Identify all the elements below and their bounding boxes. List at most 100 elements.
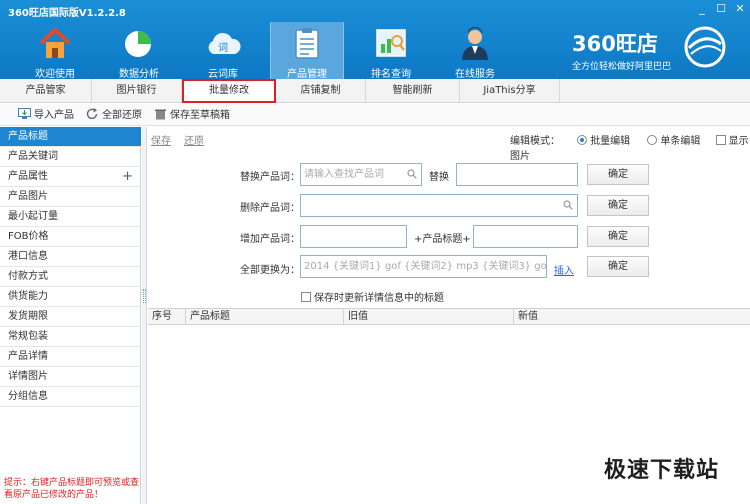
search-icon xyxy=(407,169,417,179)
nav-welcome[interactable]: 欢迎使用 xyxy=(18,22,92,80)
tab-product-manager[interactable]: 产品管家 xyxy=(0,79,92,103)
replace-word-label: 替换产品词： xyxy=(240,172,300,183)
column-header-index[interactable]: 序号 xyxy=(148,309,186,325)
tab-batch-edit[interactable]: 批量修改 xyxy=(182,79,276,103)
minimize-button[interactable]: _ xyxy=(694,2,710,16)
import-products-button[interactable]: 导入产品 xyxy=(18,108,74,122)
sidebar-item-payment[interactable]: 付款方式 xyxy=(0,267,141,287)
sidebar-item-label: 产品属性 xyxy=(8,171,48,182)
save-to-draft-button[interactable]: 保存至草稿箱 xyxy=(154,108,230,122)
main-panel: 保存 还原 编辑模式： 批量编辑 单条编辑 显示图片 替换产品词： 请输入查找产… xyxy=(148,127,750,504)
radio-single-edit[interactable]: 单条编辑 xyxy=(647,135,701,147)
replace-all-label: 全部更换为： xyxy=(240,265,300,276)
replace-with-input[interactable] xyxy=(456,163,578,186)
checkbox-icon xyxy=(301,292,311,302)
replace-with-label: 替换 xyxy=(429,172,449,183)
nav-data-analysis[interactable]: 数据分析 xyxy=(102,22,176,80)
refresh-icon xyxy=(86,108,98,120)
sidebar-item-product-keywords[interactable]: 产品关键词 xyxy=(0,147,141,167)
sidebar-item-product-attributes[interactable]: 产品属性 + xyxy=(0,167,141,187)
nav-cloud-lexicon[interactable]: 词 云词库 xyxy=(186,22,260,80)
insert-link[interactable]: 插入 xyxy=(554,262,574,277)
nav-label: 欢迎使用 xyxy=(35,69,75,80)
save-link[interactable]: 保存 xyxy=(151,132,171,147)
ranking-icon xyxy=(376,29,406,57)
column-header-new-value[interactable]: 新值 xyxy=(514,309,750,325)
replace-all-value: 2014 {关键词1} gof {关键词2} mp3 {关键词3} gof xyxy=(304,261,547,272)
import-label: 导入产品 xyxy=(34,110,74,121)
confirm-add-button[interactable]: 确定 xyxy=(587,226,649,247)
sidebar-item-product-details[interactable]: 产品详情 xyxy=(0,347,141,367)
edit-mode-group: 编辑模式： 批量编辑 单条编辑 显示图片 xyxy=(510,132,750,162)
panel-splitter[interactable] xyxy=(142,127,147,504)
brand-name: 360旺店 xyxy=(572,32,658,56)
checkbox-icon xyxy=(715,135,726,145)
radio-selected-icon xyxy=(577,135,588,145)
monitor-import-icon xyxy=(18,108,31,119)
nav-label: 数据分析 xyxy=(119,69,159,80)
confirm-delete-button[interactable]: 确定 xyxy=(587,195,649,216)
sidebar-item-supply-ability[interactable]: 供货能力 xyxy=(0,287,141,307)
restore-all-button[interactable]: 全部还原 xyxy=(86,108,142,122)
nav-ranking-query[interactable]: 排名查询 xyxy=(354,22,428,80)
delete-word-input[interactable] xyxy=(300,194,578,217)
svg-text:词: 词 xyxy=(218,42,228,54)
maximize-button[interactable]: ☐ xyxy=(713,2,729,16)
expand-plus-icon[interactable]: + xyxy=(122,167,133,187)
radio-batch-edit[interactable]: 批量编辑 xyxy=(577,135,631,147)
sidebar-item-delivery-time[interactable]: 发货期限 xyxy=(0,307,141,327)
header-bar: 360旺店国际版V1.2.2.8 _ ☐ ✕ 欢迎使用 数据分析 词 云词库 产… xyxy=(0,0,750,80)
sidebar: 产品标题 产品关键词 产品属性 + 产品图片 最小起订量 FOB价格 港口信息 … xyxy=(0,127,141,504)
splitter-grip-icon[interactable] xyxy=(143,289,146,303)
brand-logo-icon xyxy=(684,26,726,68)
tab-jiathis-share[interactable]: JiaThis分享 xyxy=(460,79,560,103)
restore-link[interactable]: 还原 xyxy=(184,132,204,147)
sidebar-item-packaging[interactable]: 常规包装 xyxy=(0,327,141,347)
tab-shop-copy[interactable]: 店铺复制 xyxy=(276,79,366,103)
sidebar-item-fob-price[interactable]: FOB价格 xyxy=(0,227,141,247)
sub-tab-bar: 产品管家 图片银行 批量修改 店铺复制 智能刷新 JiaThis分享 xyxy=(0,79,750,103)
brand-slogan: 全方位轻松做好阿里巴巴 xyxy=(572,62,672,72)
toolbar: 导入产品 全部还原 保存至草稿箱 xyxy=(0,104,750,126)
prefix-word-input[interactable] xyxy=(300,225,407,248)
brand: 360旺店 全方位轻松做好阿里巴巴 xyxy=(572,28,671,72)
find-word-placeholder: 请输入查找产品词 xyxy=(304,169,384,180)
update-detail-checkbox[interactable]: 保存时更新详情信息中的标题 xyxy=(301,289,444,304)
radio-unselected-icon xyxy=(647,135,658,145)
nav-product-management[interactable]: 产品管理 xyxy=(270,22,344,80)
nav-label: 云词库 xyxy=(208,69,238,80)
restore-all-label: 全部还原 xyxy=(102,110,142,121)
radio-label: 批量编辑 xyxy=(590,136,631,147)
nav-label: 排名查询 xyxy=(371,69,411,80)
tab-image-bank[interactable]: 图片银行 xyxy=(92,79,182,103)
sidebar-item-detail-images[interactable]: 详情图片 xyxy=(0,367,141,387)
sidebar-item-group-info[interactable]: 分组信息 xyxy=(0,387,141,407)
add-title-separator: +产品标题+ xyxy=(414,234,471,245)
sidebar-item-product-images[interactable]: 产品图片 xyxy=(0,187,141,207)
sidebar-item-min-order[interactable]: 最小起订量 xyxy=(0,207,141,227)
search-icon xyxy=(563,200,573,210)
confirm-replace-button[interactable]: 确定 xyxy=(587,164,649,185)
sidebar-item-product-title[interactable]: 产品标题 xyxy=(0,127,141,147)
delete-word-label: 删除产品词： xyxy=(240,203,300,214)
column-header-old-value[interactable]: 旧值 xyxy=(344,309,514,325)
replace-all-input[interactable]: 2014 {关键词1} gof {关键词2} mp3 {关键词3} gof xyxy=(300,255,547,278)
suffix-word-input[interactable] xyxy=(473,225,578,248)
nav-online-service[interactable]: 在线服务 xyxy=(438,22,512,80)
close-button[interactable]: ✕ xyxy=(732,2,748,16)
pie-chart-icon xyxy=(125,31,151,57)
clipboard-icon xyxy=(295,28,319,59)
tab-smart-refresh[interactable]: 智能刷新 xyxy=(366,79,460,103)
confirm-replace-all-button[interactable]: 确定 xyxy=(587,256,649,277)
results-grid-header: 序号 产品标题 旧值 新值 xyxy=(148,308,750,325)
service-person-icon xyxy=(462,27,488,60)
cloud-icon: 词 xyxy=(208,32,241,54)
app-title: 360旺店国际版V1.2.2.8 xyxy=(8,8,126,19)
radio-label: 单条编辑 xyxy=(660,136,701,147)
update-detail-label: 保存时更新详情信息中的标题 xyxy=(314,293,444,304)
find-word-input[interactable]: 请输入查找产品词 xyxy=(300,163,422,186)
edit-mode-label: 编辑模式： xyxy=(510,136,560,147)
home-icon xyxy=(39,28,71,58)
column-header-product-title[interactable]: 产品标题 xyxy=(186,309,344,325)
sidebar-item-port-info[interactable]: 港口信息 xyxy=(0,247,141,267)
